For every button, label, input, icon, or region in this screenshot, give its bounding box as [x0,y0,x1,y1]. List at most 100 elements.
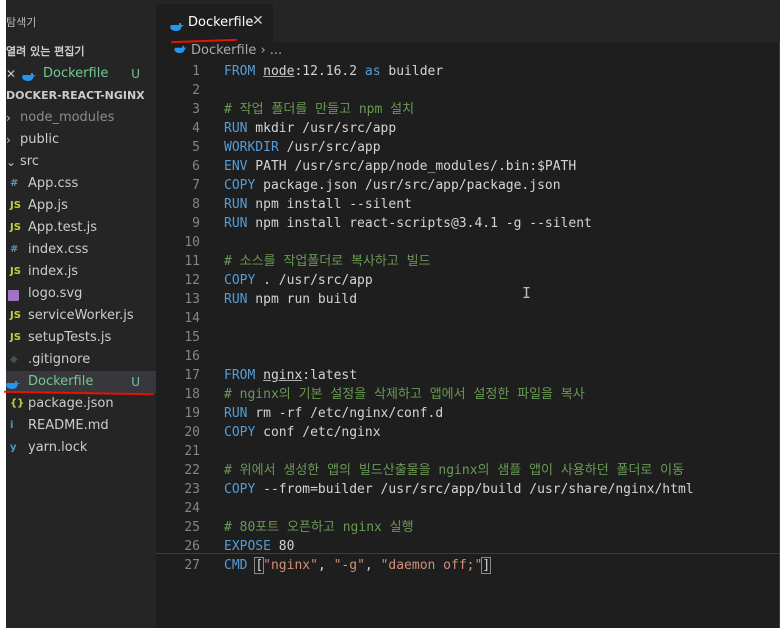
line-text: RUN mkdir /usr/src/app [224,119,396,138]
tree-item[interactable]: logo.svg [6,283,156,305]
code-token: package.json /usr/src/app/package.json [255,178,561,193]
line-number: 20 [184,425,200,440]
code-token: node [263,64,295,79]
tab-close-icon[interactable]: ✕ [252,13,264,29]
code-line[interactable]: 17 FROM nginx:latest [156,366,780,385]
chevron-down-icon: ⌄ [6,155,17,169]
code-line[interactable]: 22 # 위에서 생성한 앱의 빌드산출물을 nginx의 샘플 앱이 사용하던 … [156,461,780,480]
line-number: 8 [192,197,200,212]
code-line[interactable]: 20 COPY conf /etc/nginx [156,423,780,442]
tree-item[interactable]: JS serviceWorker.js [6,305,156,327]
code-line[interactable]: 23 COPY --from=builder /usr/src/app/build… [156,480,780,499]
close-icon[interactable]: ✕ [6,63,18,85]
breadcrumb-file[interactable]: Dockerfile [191,43,256,58]
tree-item[interactable]: y yarn.lock [6,437,156,459]
line-text: COPY --from=builder /usr/src/app/build /… [224,480,694,499]
code-line[interactable]: 2 [156,81,780,100]
code-line[interactable]: 1 FROM node:12.16.2 as builder [156,62,780,81]
untracked-badge: U [131,67,140,81]
open-editor-label: Dockerfile [43,66,109,81]
code-token: COPY [224,273,256,288]
code-line[interactable]: 24 [156,499,780,518]
tree-item-label: index.js [28,264,79,279]
docker-whale-icon [174,43,187,58]
code-token: # 소스를 작업폴더로 복사하고 빌드 [224,254,431,269]
line-number: 2 [192,83,200,98]
code-token: COPY [224,178,256,193]
line-number: 22 [184,463,200,478]
code-line[interactable]: 14 [156,309,780,328]
editor-area: Dockerfile ✕ Dockerfile › ... 1 FROM node… [156,0,780,628]
file-type-icon: y [10,442,17,453]
tree-item[interactable]: JS App.test.js [6,217,156,239]
tree-item[interactable]: i README.md [6,415,156,437]
code-token: PATH /usr/src/app/node_modules/.bin:$PAT… [247,159,577,174]
code-line[interactable]: 18 # nginx의 기본 설정을 삭제하고 앱에서 설정한 파일을 복사 [156,385,780,404]
tree-item[interactable]: › node_modules [6,107,156,129]
code-token: as [364,64,381,79]
code-line[interactable]: 16 [156,347,780,366]
code-line[interactable]: 12 COPY . /usr/src/app [156,271,780,290]
tree-item-label: setupTests.js [28,330,112,345]
file-type-icon: {} [10,398,25,409]
code-line[interactable]: 21 [156,442,780,461]
docker-whale-icon [170,17,184,36]
line-number: 18 [184,387,200,402]
explorer-header: 탐색기 [6,16,37,29]
tree-item-label: src [20,154,39,169]
code-token: # 작업 폴더를 만들고 npm 설치 [224,102,415,117]
line-text: FROM node:12.16.2 as builder [224,62,443,81]
file-type-icon: JS [10,266,21,277]
code-line[interactable]: 19 RUN rm -rf /etc/nginx/conf.d [156,404,780,423]
tab-dockerfile[interactable]: Dockerfile ✕ [156,4,273,42]
tree-item[interactable]: JS App.js [6,195,156,217]
line-number: 27 [184,558,200,573]
code-token: /usr/src/app [278,140,381,155]
code-token: RUN [224,216,248,231]
tree-item-label: Dockerfile [28,374,94,389]
line-text: # 위에서 생성한 앱의 빌드산출물을 nginx의 샘플 앱이 사용하던 폴더… [224,461,684,480]
open-editor-item-dockerfile[interactable]: ✕ Dockerfile U [6,63,156,85]
tree-item-label: node_modules [20,110,115,125]
line-number: 13 [184,292,200,307]
open-editors-section-title[interactable]: 열려 있는 편집기 [6,43,85,59]
code-line[interactable]: 11 # 소스를 작업폴더로 복사하고 빌드 [156,252,780,271]
code-line[interactable]: 9 RUN npm install react-scripts@3.4.1 -g … [156,214,780,233]
code-token: FROM [224,368,256,383]
code-line[interactable]: 8 RUN npm install --silent [156,195,780,214]
code-line[interactable]: 25 # 80포트 오픈하고 nginx 실행 [156,518,780,537]
code-line[interactable]: 4 RUN mkdir /usr/src/app [156,119,780,138]
line-number: 16 [184,349,200,364]
code-line[interactable]: 13 RUN npm run build [156,290,780,309]
code-token: mkdir /usr/src/app [247,121,397,136]
tree-item[interactable]: ◆ .gitignore [6,349,156,371]
code-line[interactable]: 10 [156,233,780,252]
tree-item[interactable]: # App.css [6,173,156,195]
code-line[interactable]: 3 # 작업 폴더를 만들고 npm 설치 [156,100,780,119]
code-line[interactable]: 7 COPY package.json /usr/src/app/package.… [156,176,780,195]
tree-item[interactable]: {} package.json [6,393,156,415]
breadcrumb-more[interactable]: ... [270,43,282,58]
code-token: CMD [224,558,248,573]
line-number: 5 [192,140,200,155]
code-token: EXPOSE [224,539,271,554]
tree-item[interactable]: JS setupTests.js [6,327,156,349]
tree-item[interactable]: ⌄ src [6,151,156,173]
code-line[interactable]: 15 [156,328,780,347]
code-line[interactable]: 27 CMD ["nginx", "-g", "daemon off;"] [156,556,780,575]
line-number: 17 [184,368,200,383]
code-line[interactable]: 6 ENV PATH /usr/src/app/node_modules/.bin… [156,157,780,176]
tree-item-label: App.test.js [28,220,98,235]
tree-item[interactable]: # index.css [6,239,156,261]
tree-item[interactable]: JS index.js [6,261,156,283]
code-line[interactable]: 5 WORKDIR /usr/src/app [156,138,780,157]
project-folder-title[interactable]: DOCKER-REACT-NGINX [6,89,145,102]
tree-item[interactable]: Dockerfile U [6,371,156,393]
line-text: # 80포트 오픈하고 nginx 실행 [224,518,414,537]
code-token: [ [254,557,265,574]
tree-item[interactable]: › public [6,129,156,151]
code-token: COPY [224,425,256,440]
line-text: FROM nginx:latest [224,366,357,385]
line-number: 14 [184,311,200,326]
code-token: # 80포트 오픈하고 nginx 실행 [224,520,414,535]
